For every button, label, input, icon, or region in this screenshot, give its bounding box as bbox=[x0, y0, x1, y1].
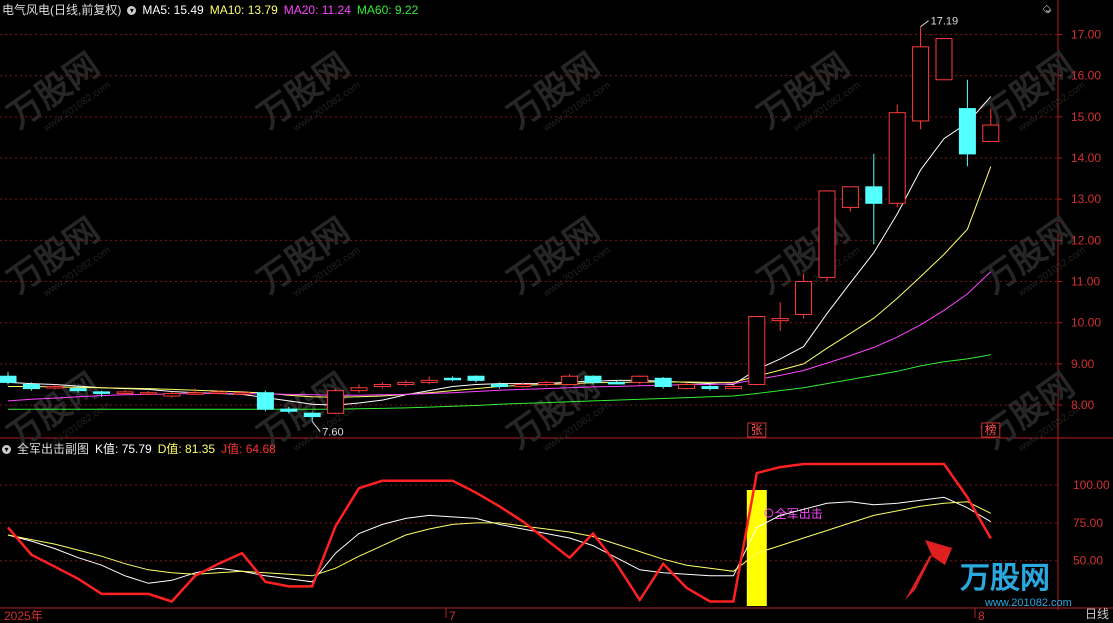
candle[interactable] bbox=[69, 388, 87, 392]
low-price-label: 7.60 bbox=[322, 427, 343, 439]
k-readout: K值: 75.79 bbox=[95, 442, 152, 456]
candle[interactable] bbox=[748, 316, 766, 385]
price-tick-label: 8.00 bbox=[1071, 398, 1095, 412]
candle[interactable] bbox=[303, 412, 321, 418]
candle[interactable] bbox=[935, 38, 953, 81]
candle[interactable] bbox=[467, 375, 485, 381]
high-price-label: 17.19 bbox=[931, 16, 959, 28]
candle[interactable] bbox=[350, 387, 368, 392]
candle[interactable] bbox=[561, 375, 579, 385]
logo-arrow-icon bbox=[905, 540, 952, 600]
price-tick-label: 11.00 bbox=[1071, 275, 1100, 289]
candle[interactable] bbox=[139, 392, 157, 395]
stock-chart[interactable]: 万股网www.201082.com 万股网www.201082.com 万股网www… bbox=[0, 0, 1113, 623]
candle[interactable] bbox=[93, 391, 111, 394]
candle[interactable] bbox=[537, 381, 555, 385]
candle[interactable] bbox=[256, 392, 274, 410]
price-tick-label: 17.00 bbox=[1071, 27, 1101, 41]
ma5-readout: MA5: 15.49 bbox=[142, 3, 204, 17]
candle[interactable] bbox=[607, 381, 625, 385]
signal-label: 全军出击 bbox=[775, 506, 823, 521]
candle[interactable] bbox=[420, 379, 438, 383]
d-readout: D值: 81.35 bbox=[157, 442, 216, 456]
candle[interactable] bbox=[865, 186, 883, 204]
ma20-line bbox=[7, 271, 992, 402]
candle[interactable] bbox=[373, 383, 391, 388]
candle[interactable] bbox=[233, 392, 251, 395]
j-line bbox=[7, 462, 992, 603]
price-tick-label: 9.00 bbox=[1071, 357, 1095, 371]
price-tick-label: 16.00 bbox=[1071, 69, 1101, 83]
price-tick-label: 12.00 bbox=[1071, 233, 1101, 247]
time-tick-label: 7 bbox=[449, 609, 456, 623]
candle[interactable] bbox=[22, 383, 40, 390]
price-tick-label: 10.00 bbox=[1071, 316, 1101, 330]
time-tick-label: 2025年 bbox=[4, 609, 43, 623]
candle[interactable] bbox=[163, 393, 181, 397]
candle[interactable] bbox=[701, 386, 719, 390]
candle[interactable] bbox=[186, 392, 204, 395]
candle[interactable] bbox=[46, 386, 64, 389]
dropdown-icon[interactable]: ▾ bbox=[2, 445, 11, 454]
event-marker[interactable]: 榜 bbox=[985, 422, 997, 437]
candle[interactable] bbox=[444, 377, 462, 381]
time-tick-label: 8 bbox=[978, 609, 985, 623]
candle[interactable] bbox=[631, 375, 649, 383]
sub-chart-header: ▾ 全军出击副图 K值: 75.79 D值: 81.35 J值: 64.68 bbox=[2, 440, 282, 457]
candle[interactable] bbox=[654, 377, 672, 388]
candle[interactable] bbox=[982, 124, 1000, 143]
price-tick-label: 13.00 bbox=[1071, 192, 1101, 206]
candle[interactable] bbox=[280, 408, 298, 412]
candle[interactable] bbox=[958, 108, 976, 155]
candle[interactable] bbox=[678, 383, 696, 390]
candle[interactable] bbox=[888, 112, 906, 204]
ma60-line bbox=[8, 354, 991, 410]
price-tick-label: 14.00 bbox=[1071, 151, 1101, 165]
candle[interactable] bbox=[490, 383, 508, 388]
candle[interactable] bbox=[514, 383, 532, 388]
candle[interactable] bbox=[771, 318, 789, 322]
collapse-icon[interactable]: ⌄ bbox=[1043, 1, 1054, 17]
period-label[interactable]: 日线 bbox=[1085, 605, 1109, 622]
main-chart-header: 电气风电(日线,前复权) ▾ MA5: 15.49 MA10: 13.79 MA20: … bbox=[2, 1, 424, 18]
indicator-tick-label: 100.00 bbox=[1073, 478, 1110, 492]
event-marker[interactable]: 张 bbox=[751, 423, 763, 437]
candle[interactable] bbox=[724, 386, 742, 390]
candle[interactable] bbox=[584, 375, 602, 383]
candle[interactable] bbox=[841, 186, 859, 208]
indicator-tick-label: 50.00 bbox=[1073, 554, 1103, 568]
candle[interactable] bbox=[327, 390, 345, 414]
extreme-pointer bbox=[920, 20, 929, 28]
dropdown-icon[interactable]: ▾ bbox=[127, 6, 137, 15]
price-tick-label: 15.00 bbox=[1071, 110, 1101, 124]
candle[interactable] bbox=[0, 375, 17, 383]
brand-logo: 万股网 bbox=[960, 562, 1050, 595]
candle[interactable] bbox=[116, 391, 134, 395]
candle[interactable] bbox=[818, 190, 836, 278]
ma20-readout: MA20: 11.24 bbox=[283, 3, 351, 17]
d-line bbox=[7, 501, 992, 577]
candle[interactable] bbox=[795, 281, 813, 315]
candle[interactable] bbox=[210, 391, 228, 394]
j-readout: J值: 64.68 bbox=[221, 442, 276, 456]
candle[interactable] bbox=[397, 381, 415, 385]
indicator-tick-label: 75.00 bbox=[1073, 516, 1103, 530]
sub-chart-title[interactable]: 全军出击副图 bbox=[17, 442, 89, 456]
brand-logo-site: www.201082.com bbox=[984, 597, 1072, 609]
candle[interactable] bbox=[912, 46, 930, 122]
ma10-readout: MA10: 13.79 bbox=[209, 3, 278, 17]
stock-title[interactable]: 电气风电(日线,前复权) bbox=[2, 3, 121, 17]
ma60-readout: MA60: 9.22 bbox=[356, 3, 419, 17]
